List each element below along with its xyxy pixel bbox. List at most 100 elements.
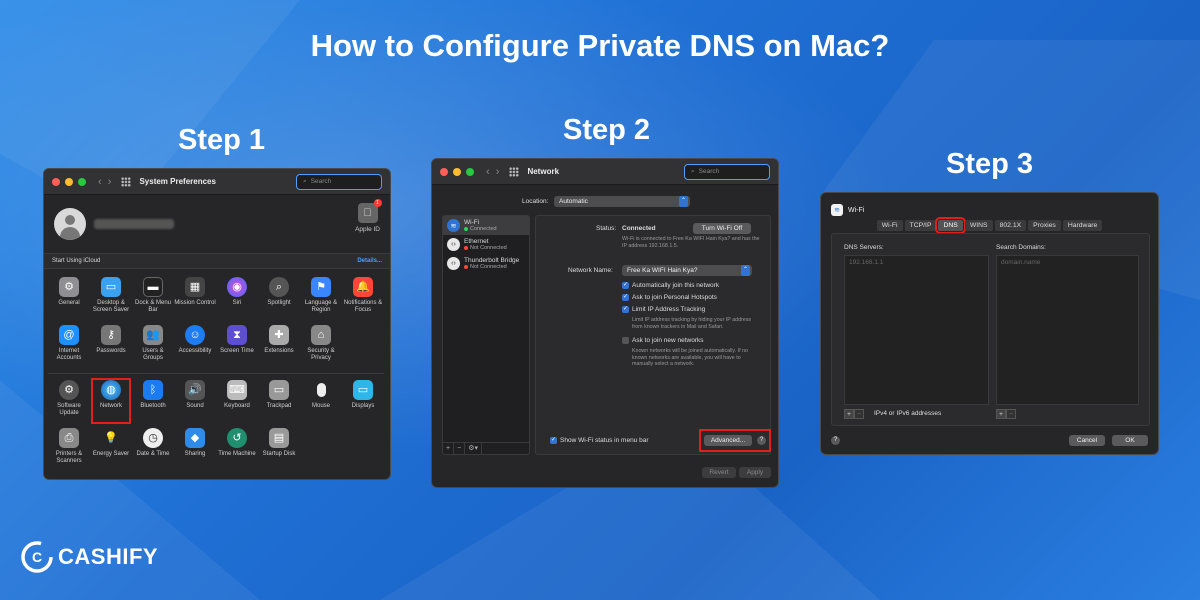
search-input[interactable]: ⌕ Search (296, 173, 382, 190)
apple-id-button[interactable]: 1 Apple ID (355, 199, 382, 233)
limit-ip-checkbox[interactable]: ✓ Limit IP Address Tracking (622, 306, 705, 313)
add-service-button[interactable]: + (443, 443, 455, 454)
pref-users[interactable]: 👥 Users & Groups (132, 325, 174, 369)
show-wifi-status-checkbox[interactable]: ✓ Show Wi-Fi status in menu bar (550, 437, 649, 444)
show-all-grid-icon[interactable] (509, 166, 520, 177)
pref-extensions[interactable]: ✚ Extensions (258, 325, 300, 369)
tab-8021x[interactable]: 802.1X (994, 220, 1027, 231)
printer-icon: ⎙ (59, 428, 79, 448)
add-domain-button[interactable]: + (996, 409, 1006, 419)
pref-energy[interactable]: 💡 Energy Saver (90, 428, 132, 472)
pref-time-machine[interactable]: ↺ Time Machine (216, 428, 258, 472)
dns-entry[interactable]: 192.168.1.1 (845, 256, 988, 269)
zoom-button[interactable] (466, 167, 474, 176)
remove-domain-button[interactable]: − (1006, 409, 1016, 419)
details-link[interactable]: Details... (357, 258, 382, 264)
folder-share-icon: ◆ (185, 428, 205, 448)
pref-screen-time[interactable]: ⧗ Screen Time (216, 325, 258, 369)
pref-sound[interactable]: 🔊 Sound (174, 380, 216, 424)
preferences-grid: ⚙ General ▭ Desktop & Screen Saver ▬ Dock &… (44, 269, 390, 472)
avatar[interactable] (54, 208, 86, 240)
pref-mouse[interactable]: Mouse (300, 380, 342, 424)
pref-passwords[interactable]: ⚷ Passwords (90, 325, 132, 369)
thunderbolt-icon: ‹› (447, 257, 460, 270)
pref-printers[interactable]: ⎙ Printers & Scanners (48, 428, 90, 472)
pref-desktop[interactable]: ▭ Desktop & Screen Saver (90, 277, 132, 321)
key-icon: ⚷ (101, 325, 121, 345)
search-input[interactable]: ⌕ Search (684, 163, 770, 180)
service-list-toolbar: + − ⚙▾ (443, 442, 529, 454)
system-preferences-window: ‹ › System Preferences ⌕Search 1 Apple … (43, 168, 391, 480)
pref-empty (342, 325, 384, 369)
pref-security[interactable]: ⌂ Security & Privacy (300, 325, 342, 369)
pref-general[interactable]: ⚙ General (48, 277, 90, 321)
brand-name: CASHIFY (58, 544, 159, 569)
revert-button[interactable]: Revert (702, 467, 736, 478)
domain-placeholder: domain.name (1001, 259, 1041, 266)
mouse-icon (311, 380, 331, 400)
pref-startup-disk[interactable]: ▤ Startup Disk (258, 428, 300, 472)
keyboard-icon: ⌨ (227, 380, 247, 400)
ask-hotspots-checkbox[interactable]: ✓ Ask to join Personal Hotspots (622, 294, 717, 301)
add-dns-button[interactable]: + (844, 409, 854, 419)
auto-join-checkbox[interactable]: ✓ Automatically join this network (622, 282, 719, 289)
service-wifi[interactable]: ≋ Wi-Fi Connected (443, 216, 529, 235)
pref-siri[interactable]: ◉ Siri (216, 277, 258, 321)
pref-dock[interactable]: ▬ Dock & Menu Bar (132, 277, 174, 321)
pref-sharing[interactable]: ◆ Sharing (174, 428, 216, 472)
ask-new-networks-checkbox[interactable]: Ask to join new networks (622, 337, 704, 344)
dock-icon: ▬ (143, 277, 163, 297)
tab-proxies[interactable]: Proxies (1028, 220, 1061, 231)
service-list: ≋ Wi-Fi Connected ‹› Ethernet Not Connecte… (442, 215, 530, 455)
pref-bluetooth[interactable]: ᛒ Bluetooth (132, 380, 174, 424)
pref-displays[interactable]: ▭ Displays (342, 380, 384, 424)
back-forward-icon[interactable]: ‹ › (98, 176, 111, 188)
disk-icon: ▤ (269, 428, 289, 448)
help-button[interactable]: ? (831, 436, 840, 445)
pref-mission-control[interactable]: ▦ Mission Control (174, 277, 216, 321)
minimize-button[interactable] (65, 177, 73, 186)
pref-language[interactable]: ⚑ Language & Region (300, 277, 342, 321)
minimize-button[interactable] (453, 167, 461, 176)
wifi-icon: ≋ (831, 204, 843, 216)
pref-spotlight[interactable]: ⌕ Spotlight (258, 277, 300, 321)
network-name-select[interactable]: Free Ka WIFI Hain Kya? (622, 265, 752, 276)
network-window: ‹ › Network ⌕ Search Location: Automatic … (431, 158, 779, 488)
tab-hardware[interactable]: Hardware (1062, 220, 1103, 231)
remove-service-button[interactable]: − (454, 443, 466, 454)
close-button[interactable] (440, 167, 448, 176)
remove-dns-button[interactable]: − (854, 409, 864, 419)
ok-button[interactable]: OK (1112, 435, 1148, 446)
cancel-button[interactable]: Cancel (1069, 435, 1105, 446)
close-button[interactable] (52, 177, 60, 186)
dns-servers-list[interactable]: 192.168.1.1 (844, 255, 989, 405)
tab-dns[interactable]: DNS (935, 217, 966, 234)
pref-accessibility[interactable]: ☺ Accessibility (174, 325, 216, 369)
tab-wifi[interactable]: Wi-Fi (876, 220, 903, 231)
checkmark-icon: ✓ (622, 282, 629, 289)
service-thunderbolt[interactable]: ‹› Thunderbolt Bridge Not Connected (443, 254, 529, 273)
zoom-button[interactable] (78, 177, 86, 186)
pref-software-update[interactable]: ⚙ Software Update (48, 380, 90, 424)
service-ethernet[interactable]: ‹› Ethernet Not Connected (443, 235, 529, 254)
users-icon: 👥 (143, 325, 163, 345)
show-all-grid-icon[interactable] (121, 176, 132, 187)
search-domains-list[interactable]: domain.name (996, 255, 1139, 405)
location-select[interactable]: Automatic (554, 196, 690, 207)
search-icon: ⌕ (691, 167, 695, 175)
search-icon: ⌕ (303, 177, 307, 185)
pref-internet-accounts[interactable]: @ Internet Accounts (48, 325, 90, 369)
pref-notifications[interactable]: 🔔 Notifications & Focus (342, 277, 384, 321)
pref-date-time[interactable]: ◷ Date & Time (132, 428, 174, 472)
back-forward-icon[interactable]: ‹ › (486, 166, 499, 178)
action-menu-button[interactable]: ⚙▾ (465, 443, 482, 454)
apply-button[interactable]: Apply (739, 467, 771, 478)
tab-wins[interactable]: WINS (964, 220, 993, 231)
pref-trackpad[interactable]: ▭ Trackpad (258, 380, 300, 424)
tab-tcpip[interactable]: TCP/IP (904, 220, 937, 231)
pref-keyboard[interactable]: ⌨ Keyboard (216, 380, 258, 424)
trackpad-icon: ▭ (269, 380, 289, 400)
display-icon: ▭ (353, 380, 373, 400)
turn-wifi-off-button[interactable]: Turn Wi-Fi Off (693, 223, 751, 234)
step-3-label: Step 3 (946, 148, 1034, 180)
